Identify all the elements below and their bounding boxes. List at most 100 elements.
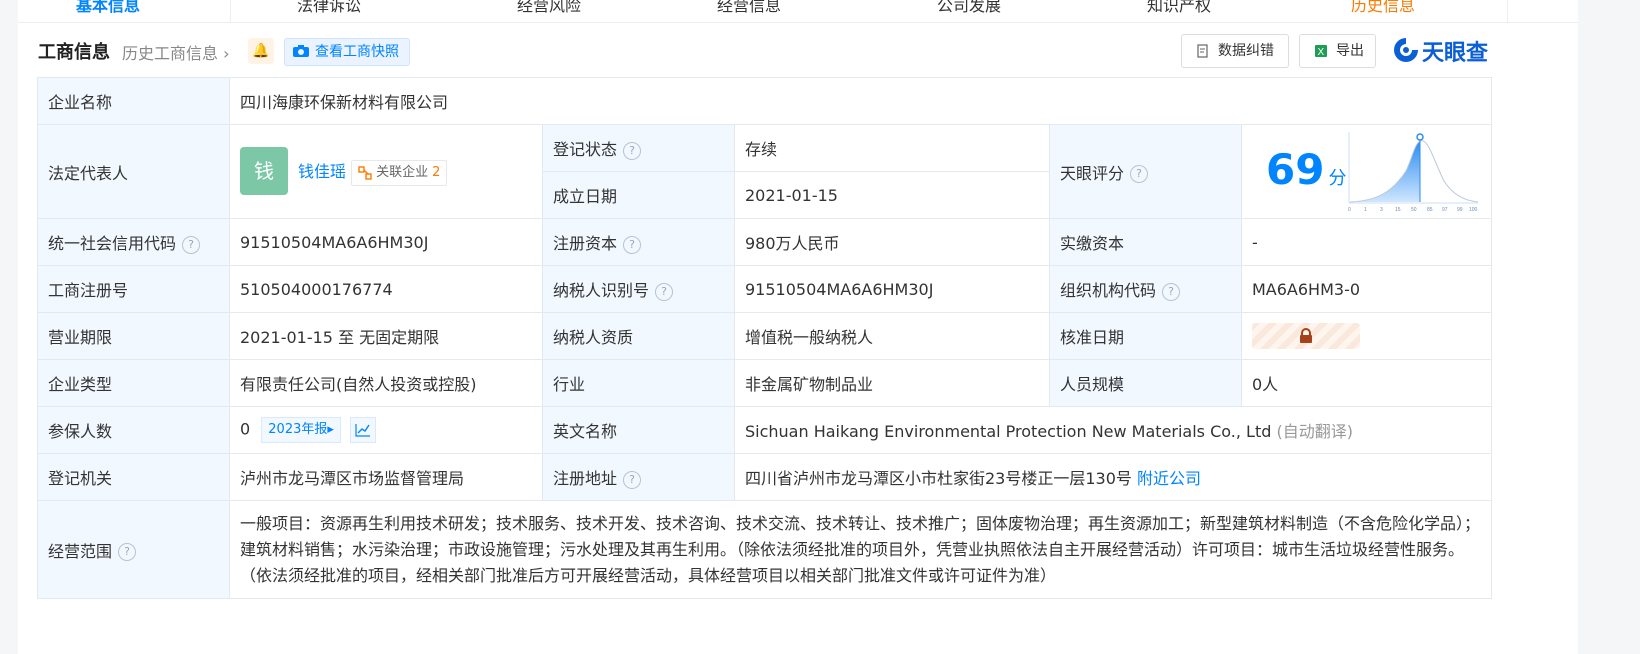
data-correction-button[interactable]: 数据纠错 — [1181, 34, 1289, 68]
help-icon[interactable]: ? — [1162, 282, 1181, 301]
help-icon[interactable]: ? — [623, 470, 642, 489]
network-icon — [358, 165, 372, 180]
locked-value[interactable] — [1252, 323, 1360, 349]
reg-no-label: 工商注册号 — [37, 265, 230, 313]
paid-capital: - — [1240, 218, 1493, 266]
legal-rep-link[interactable]: 钱佳瑶 — [298, 162, 346, 181]
authority-label: 登记机关 — [37, 453, 230, 501]
tab-operation[interactable]: 经营信息 — [631, 0, 831, 22]
svg-text:X: X — [1318, 47, 1325, 58]
reg-no: 510504000176774 — [229, 265, 543, 313]
table-row: 统一社会信用代码? 91510504MA6A6HM30J 注册资本? 980万人… — [37, 218, 1493, 266]
legal-rep-block: 钱佳瑶 关联企业 2 — [298, 158, 448, 186]
avatar: 钱 — [240, 147, 288, 195]
excel-icon: X — [1315, 45, 1327, 58]
term-label: 营业期限 — [37, 312, 230, 360]
taxpayer-type-label: 纳税人资质 — [542, 312, 735, 360]
company-name: 四川海康环保新材料有限公司 — [228, 77, 1493, 125]
credit-code: 91510504MA6A6HM30J — [229, 218, 543, 266]
found-date-label: 成立日期 — [542, 171, 735, 219]
tab-ip[interactable]: 知识产权 — [1031, 0, 1231, 22]
tab-legal[interactable]: 法律诉讼 — [231, 0, 431, 22]
found-date: 2021-01-15 — [734, 171, 1050, 219]
en-name-cell: Sichuan Haikang Environmental Protection… — [733, 406, 1493, 454]
chevron-right-icon: › — [218, 44, 230, 63]
help-icon[interactable]: ? — [118, 543, 137, 561]
status-label: 登记状态? — [542, 124, 735, 172]
score-axis-tick: 97 — [1442, 207, 1448, 213]
trend-chart-button[interactable] — [350, 417, 376, 443]
score-axis-tick: 50 — [1411, 207, 1417, 213]
score-value: 69 分 — [1266, 145, 1347, 194]
industry-label: 行业 — [542, 359, 735, 407]
content-panel: 基本信息 法律诉讼 经营风险 经营信息 公司发展 知识产权 历史信息 工商信息 … — [18, 0, 1578, 654]
help-icon[interactable]: ? — [623, 141, 642, 160]
section-title: 工商信息 — [38, 42, 110, 63]
authority: 泸州市龙马潭区市场监督管理局 — [229, 453, 543, 501]
help-icon[interactable]: ? — [182, 235, 201, 254]
org-code-label: 组织机构代码? — [1049, 265, 1242, 313]
status-value: 存续 — [734, 124, 1050, 172]
score-axis-tick: 100 — [1469, 207, 1478, 213]
help-icon[interactable]: ? — [1130, 165, 1149, 183]
en-name-label: 英文名称 — [542, 406, 735, 454]
insured-label: 参保人数 — [37, 406, 230, 454]
reg-capital-label: 注册资本? — [542, 218, 735, 266]
scope-label: 经营范围? — [37, 500, 230, 599]
reg-capital: 980万人民币 — [734, 218, 1050, 266]
line-chart-icon — [355, 424, 370, 437]
tab-bar: 基本信息 法律诉讼 经营风险 经营信息 公司发展 知识产权 历史信息 — [18, 0, 1578, 23]
business-scope: 一般项目：资源再生利用技术研发；技术服务、技术开发、技术咨询、技术交流、技术转让… — [228, 500, 1493, 599]
score-cell: 69 分 0 1 3 15 50 85 97 99 100 — [1240, 124, 1493, 219]
table-row: 营业期限 2021-01-15 至 无固定期限 纳税人资质 增值税一般纳税人 核… — [37, 312, 1493, 360]
address-label: 注册地址? — [542, 453, 735, 501]
table-row: 登记机关 泸州市龙马潭区市场监督管理局 注册地址? 四川省泸州市龙马潭区小市杜家… — [37, 453, 1493, 501]
tab-history[interactable]: 历史信息 — [1231, 0, 1507, 22]
annual-report-button[interactable]: 2023年报▸ — [261, 417, 341, 443]
staff-label: 人员规模 — [1049, 359, 1242, 407]
help-icon[interactable]: ? — [623, 235, 642, 254]
taxpayer-id-label: 纳税人识别号? — [542, 265, 735, 313]
score-distribution-chart: 0 1 3 15 50 85 97 99 100 — [1348, 132, 1479, 213]
table-row: 参保人数 0 2023年报▸ 英文名称 Sichuan Haikang Envi… — [37, 406, 1493, 454]
insured-count: 0 — [240, 419, 251, 439]
nearby-companies-link[interactable]: 附近公司 — [1137, 469, 1201, 488]
taxpayer-type: 增值税一般纳税人 — [734, 312, 1050, 360]
snapshot-button[interactable]: 查看工商快照 — [284, 38, 410, 66]
org-code: MA6A6HM3-0 — [1240, 265, 1493, 313]
logo-eye-icon — [1394, 38, 1418, 62]
taxpayer-id: 91510504MA6A6HM30J — [734, 265, 1050, 313]
address: 四川省泸州市龙马潭区小市杜家街23号楼正一层130号 — [745, 469, 1132, 488]
tab-risk[interactable]: 经营风险 — [431, 0, 631, 22]
insured-cell: 0 2023年报▸ — [229, 406, 543, 454]
tab-development[interactable]: 公司发展 — [831, 0, 1031, 22]
score-label: 天眼评分? — [1049, 124, 1242, 219]
camera-icon — [293, 45, 309, 57]
history-info-link[interactable]: 历史工商信息 › — [122, 40, 230, 64]
company-type-label: 企业类型 — [37, 359, 230, 407]
auto-translate-note: (自动翻译) — [1276, 422, 1353, 441]
related-companies-button[interactable]: 关联企业 2 — [351, 159, 448, 186]
approve-date-cell — [1240, 312, 1493, 360]
score-axis-tick: 1 — [1364, 207, 1367, 213]
table-row: 企业类型 有限责任公司(自然人投资或控股) 行业 非金属矿物制品业 人员规模 0… — [37, 359, 1493, 407]
score-axis-tick: 85 — [1427, 207, 1433, 213]
bell-icon[interactable]: 🔔 — [248, 38, 274, 64]
score-axis-tick: 99 — [1457, 207, 1463, 213]
legal-rep-label: 法定代表人 — [37, 124, 230, 219]
document-edit-icon — [1197, 44, 1208, 58]
lock-icon — [1300, 328, 1312, 343]
tab-basic-info[interactable]: 基本信息 — [18, 0, 230, 22]
section-header: 工商信息 历史工商信息 › 🔔 查看工商快照 数据纠错 X 导出 天眼查 — [18, 34, 1578, 68]
staff: 0人 — [1240, 359, 1493, 407]
export-button[interactable]: X 导出 — [1299, 34, 1376, 68]
caret-right-icon: ▸ — [327, 422, 334, 437]
table-row: 工商注册号 510504000176774 纳税人识别号? 91510504MA… — [37, 265, 1493, 313]
help-icon[interactable]: ? — [655, 282, 674, 301]
table-row: 企业名称 四川海康环保新材料有限公司 — [37, 77, 1493, 125]
credit-code-label: 统一社会信用代码? — [37, 218, 230, 266]
industry: 非金属矿物制品业 — [734, 359, 1050, 407]
legal-rep-cell: 钱 钱佳瑶 关联企业 2 — [229, 124, 543, 219]
table-row: 经营范围? 一般项目：资源再生利用技术研发；技术服务、技术开发、技术咨询、技术交… — [37, 500, 1493, 599]
score-axis-tick: 0 — [1348, 207, 1351, 213]
